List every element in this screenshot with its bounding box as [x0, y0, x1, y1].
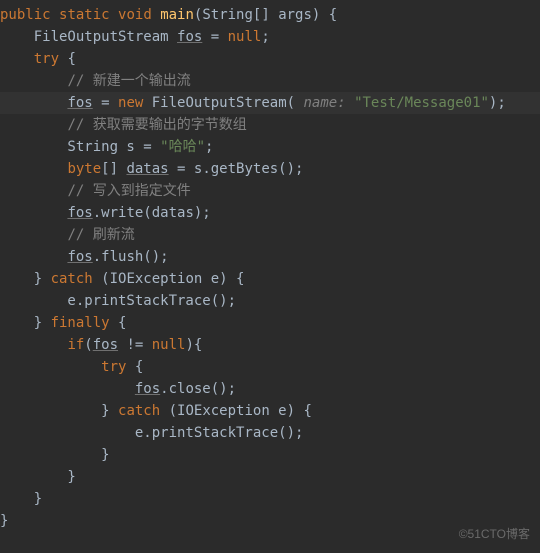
code-text: FileOutputStream	[0, 29, 177, 45]
code-text: =	[202, 29, 227, 45]
code-text	[0, 95, 67, 111]
code-text	[0, 337, 67, 353]
code-text: }	[0, 491, 42, 507]
code-text: FileOutputStream(	[143, 95, 303, 111]
code-text	[0, 183, 67, 199]
code-line: }	[0, 488, 540, 510]
code-text: .close();	[160, 381, 236, 397]
keyword: try	[101, 359, 126, 375]
code-line: }	[0, 444, 540, 466]
code-line: String s = "哈哈";	[0, 136, 540, 158]
method-name: main	[160, 7, 194, 23]
code-line: }	[0, 466, 540, 488]
code-line: fos.flush();	[0, 246, 540, 268]
code-text: .flush();	[93, 249, 169, 265]
keyword: public	[0, 7, 51, 23]
code-text: ){	[185, 337, 202, 353]
code-line: FileOutputStream fos = null;	[0, 26, 540, 48]
code-line: try {	[0, 48, 540, 70]
code-line: try {	[0, 356, 540, 378]
comment: // 新建一个输出流	[67, 73, 190, 89]
code-text	[0, 51, 34, 67]
keyword: catch	[118, 403, 160, 419]
code-text	[0, 205, 67, 221]
code-text: (String[] args) {	[194, 7, 337, 23]
code-editor[interactable]: public static void main(String[] args) {…	[0, 4, 540, 532]
keyword: void	[118, 7, 152, 23]
keyword: catch	[51, 271, 93, 287]
code-line-highlighted: fos = new FileOutputStream( name: "Test/…	[0, 92, 540, 114]
code-line: // 写入到指定文件	[0, 180, 540, 202]
param-hint: name:	[303, 95, 354, 111]
code-line: e.printStackTrace();	[0, 290, 540, 312]
code-line: byte[] datas = s.getBytes();	[0, 158, 540, 180]
code-line: } catch (IOException e) {	[0, 400, 540, 422]
code-line: // 获取需要输出的字节数组	[0, 114, 540, 136]
code-line: fos.write(datas);	[0, 202, 540, 224]
code-text: ;	[261, 29, 269, 45]
code-text: =	[93, 95, 118, 111]
keyword: finally	[51, 315, 110, 331]
code-text: }	[0, 469, 76, 485]
code-text: }	[0, 447, 110, 463]
code-text: e.printStackTrace();	[0, 425, 303, 441]
code-text	[0, 227, 67, 243]
comment: // 写入到指定文件	[67, 183, 190, 199]
variable: fos	[67, 205, 92, 221]
variable: fos	[177, 29, 202, 45]
code-text	[0, 249, 67, 265]
code-text: {	[110, 315, 127, 331]
code-text	[0, 161, 67, 177]
code-line: } catch (IOException e) {	[0, 268, 540, 290]
code-text: }	[0, 513, 8, 529]
code-text: ;	[205, 139, 213, 155]
comment: // 刷新流	[67, 227, 134, 243]
code-line: if(fos != null){	[0, 334, 540, 356]
keyword: if	[67, 337, 84, 353]
code-text: = s.getBytes();	[169, 161, 304, 177]
code-text: .write(datas);	[93, 205, 211, 221]
code-text: }	[0, 403, 118, 419]
code-line: public static void main(String[] args) {	[0, 4, 540, 26]
code-text: String s =	[0, 139, 160, 155]
watermark: ©51CTO博客	[459, 523, 530, 545]
keyword: null	[228, 29, 262, 45]
code-line: // 刷新流	[0, 224, 540, 246]
code-line: e.printStackTrace();	[0, 422, 540, 444]
keyword: try	[34, 51, 59, 67]
variable: datas	[126, 161, 168, 177]
code-line: // 新建一个输出流	[0, 70, 540, 92]
code-text: (IOException e) {	[160, 403, 312, 419]
variable: fos	[67, 249, 92, 265]
code-text: (	[84, 337, 92, 353]
string-literal: "Test/Message01"	[354, 95, 489, 111]
code-text	[0, 117, 67, 133]
code-line: } finally {	[0, 312, 540, 334]
comment: // 获取需要输出的字节数组	[67, 117, 246, 133]
code-text: {	[59, 51, 76, 67]
keyword: static	[59, 7, 110, 23]
code-text: }	[0, 271, 51, 287]
code-text: (IOException e) {	[93, 271, 245, 287]
keyword: byte	[67, 161, 101, 177]
variable: fos	[67, 95, 92, 111]
variable: fos	[135, 381, 160, 397]
variable: fos	[93, 337, 118, 353]
code-text: !=	[118, 337, 152, 353]
string-literal: "哈哈"	[160, 139, 205, 155]
code-text: e.printStackTrace();	[0, 293, 236, 309]
code-text: );	[489, 95, 506, 111]
keyword: null	[152, 337, 186, 353]
code-text: {	[126, 359, 143, 375]
keyword: new	[118, 95, 143, 111]
code-text	[0, 381, 135, 397]
code-text	[0, 359, 101, 375]
code-text	[0, 73, 67, 89]
code-text: []	[101, 161, 126, 177]
code-line: fos.close();	[0, 378, 540, 400]
code-text: }	[0, 315, 51, 331]
